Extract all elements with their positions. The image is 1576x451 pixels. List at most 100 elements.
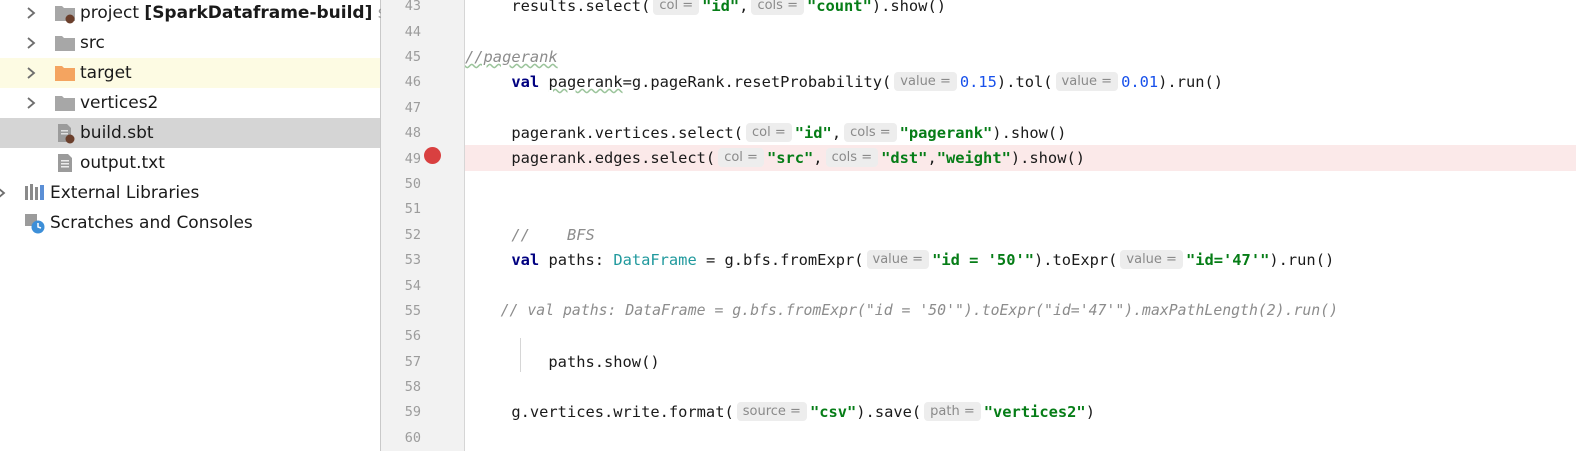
code-string: "weight": [936, 149, 1011, 167]
code-line: results.select(col = "id", cols = "count").…: [465, 0, 1576, 19]
parameter-hint: cols =: [751, 0, 804, 15]
tree-item-scratches[interactable]: Scratches and Consoles: [0, 208, 380, 238]
code-string: "count": [806, 0, 872, 15]
code-string: "vertices2": [983, 403, 1086, 421]
editor-gutter[interactable]: 43 44 45 46 47 48 49 50 51 52 53 54 55 5…: [381, 0, 465, 451]
line-number: 60: [404, 430, 421, 446]
code-line: paths.show(): [465, 349, 1576, 375]
tree-item-output-txt[interactable]: output.txt: [0, 148, 380, 178]
code-token: ).show(): [871, 0, 946, 15]
code-type: DataFrame: [613, 251, 697, 269]
code-keyword: val: [511, 73, 540, 91]
chevron-right-icon[interactable]: [24, 58, 38, 88]
code-string: "id = '50'": [932, 251, 1034, 269]
chevron-right-icon[interactable]: [24, 0, 38, 28]
code-line: val paths: DataFrame = g.bfs.fromExpr(va…: [465, 247, 1576, 273]
code-number: 0.15: [959, 73, 997, 91]
line-number: 55: [404, 303, 421, 319]
tree-item-build-sbt[interactable]: build.sbt: [0, 118, 380, 148]
code-editor[interactable]: results.select(col = "id", cols = "count").…: [465, 0, 1576, 451]
tree-item-external-libraries[interactable]: External Libraries: [0, 178, 380, 208]
tree-item-label: build.sbt: [80, 123, 154, 143]
tree-item-src[interactable]: src: [0, 28, 380, 58]
code-string: "id='47'": [1185, 251, 1270, 269]
tree-item-label: src: [80, 33, 105, 53]
parameter-hint: col =: [718, 148, 764, 167]
code-comment: //pagerank: [465, 48, 558, 66]
parameter-hint: value =: [866, 250, 930, 269]
code-token: ).toExpr(: [1034, 251, 1118, 269]
code-identifier: pagerank: [548, 73, 623, 91]
code-token: paths:: [548, 251, 614, 269]
code-string: "dst": [881, 149, 928, 167]
chevron-right-icon[interactable]: [24, 28, 38, 58]
line-number: 47: [404, 100, 421, 116]
indent-guide: [520, 338, 521, 372]
code-token: = g.bfs.fromExpr(: [696, 251, 864, 269]
module-folder-icon: [54, 2, 76, 24]
parameter-hint: path =: [924, 402, 981, 421]
code-token: ,: [813, 149, 823, 167]
chevron-right-icon[interactable]: [0, 178, 8, 208]
code-token: g.vertices.write.format(: [511, 403, 734, 421]
tree-item-label: project: [80, 3, 140, 23]
code-line: //pagerank: [465, 44, 1576, 70]
line-number: 53: [404, 252, 421, 268]
code-string: "csv": [809, 403, 857, 421]
code-token: ).run(): [1158, 73, 1224, 91]
line-number: 44: [404, 24, 421, 40]
chevron-right-icon[interactable]: [24, 88, 38, 118]
code-comment: // val paths: DataFrame = g.bfs.fromExpr…: [500, 302, 1339, 319]
tree-item-label: output.txt: [80, 153, 165, 173]
code-line: val pagerank=g.pageRank.resetProbability…: [465, 69, 1576, 95]
code-token: =g.pageRank.resetProbability(: [622, 73, 892, 91]
code-token: results.select(: [511, 0, 651, 15]
code-token: ).save(: [856, 403, 922, 421]
line-number: 58: [404, 379, 421, 395]
parameter-hint: value =: [894, 72, 957, 91]
line-number: 45: [404, 49, 421, 65]
folder-icon: [54, 32, 76, 54]
line-number: 43: [404, 0, 421, 14]
line-number: 51: [404, 201, 421, 217]
code-token: ,: [831, 124, 842, 142]
code-string: "src": [766, 149, 814, 167]
line-number: 54: [404, 278, 421, 294]
code-token: ).run(): [1269, 251, 1335, 269]
tree-item-project[interactable]: project [SparkDataframe-build] sou: [0, 0, 408, 28]
breakpoint-icon[interactable]: [424, 147, 441, 164]
code-line: // BFS: [465, 222, 1576, 248]
sbt-file-icon: [54, 122, 76, 144]
code-token: ).tol(: [996, 73, 1053, 91]
line-number: 57: [404, 354, 421, 370]
line-number: 59: [404, 404, 421, 420]
line-number: 50: [404, 176, 421, 192]
folder-icon: [54, 92, 76, 114]
line-number: 52: [404, 227, 421, 243]
line-number: 49: [404, 151, 421, 167]
excluded-folder-icon: [54, 62, 76, 84]
parameter-hint: value =: [1120, 250, 1183, 269]
parameter-hint: cols =: [844, 123, 897, 142]
tree-item-target[interactable]: target: [0, 58, 380, 88]
project-tree: project [SparkDataframe-build] sou src t…: [0, 0, 408, 451]
code-keyword: val: [511, 251, 540, 269]
parameter-hint: source =: [736, 402, 807, 421]
parameter-hint: cols =: [825, 148, 879, 167]
tree-item-label: Scratches and Consoles: [50, 213, 253, 233]
code-line: pagerank.vertices.select(col = "id", cols …: [465, 120, 1576, 146]
code-token: pagerank.edges.select(: [511, 149, 716, 167]
text-file-icon: [54, 152, 76, 174]
tree-item-vertices2[interactable]: vertices2: [0, 88, 380, 118]
parameter-hint: value =: [1055, 72, 1119, 91]
line-number: 46: [404, 74, 421, 90]
scratches-icon: [24, 212, 46, 234]
code-string: "pagerank": [899, 124, 993, 142]
parameter-hint: col =: [746, 123, 792, 142]
tree-item-label: target: [80, 63, 132, 83]
code-token: ): [1085, 403, 1095, 421]
tree-item-label: vertices2: [80, 93, 159, 113]
code-token: ).show(): [1010, 149, 1085, 167]
line-number: 48: [404, 125, 421, 141]
code-line: // val paths: DataFrame = g.bfs.fromExpr…: [465, 298, 1576, 324]
